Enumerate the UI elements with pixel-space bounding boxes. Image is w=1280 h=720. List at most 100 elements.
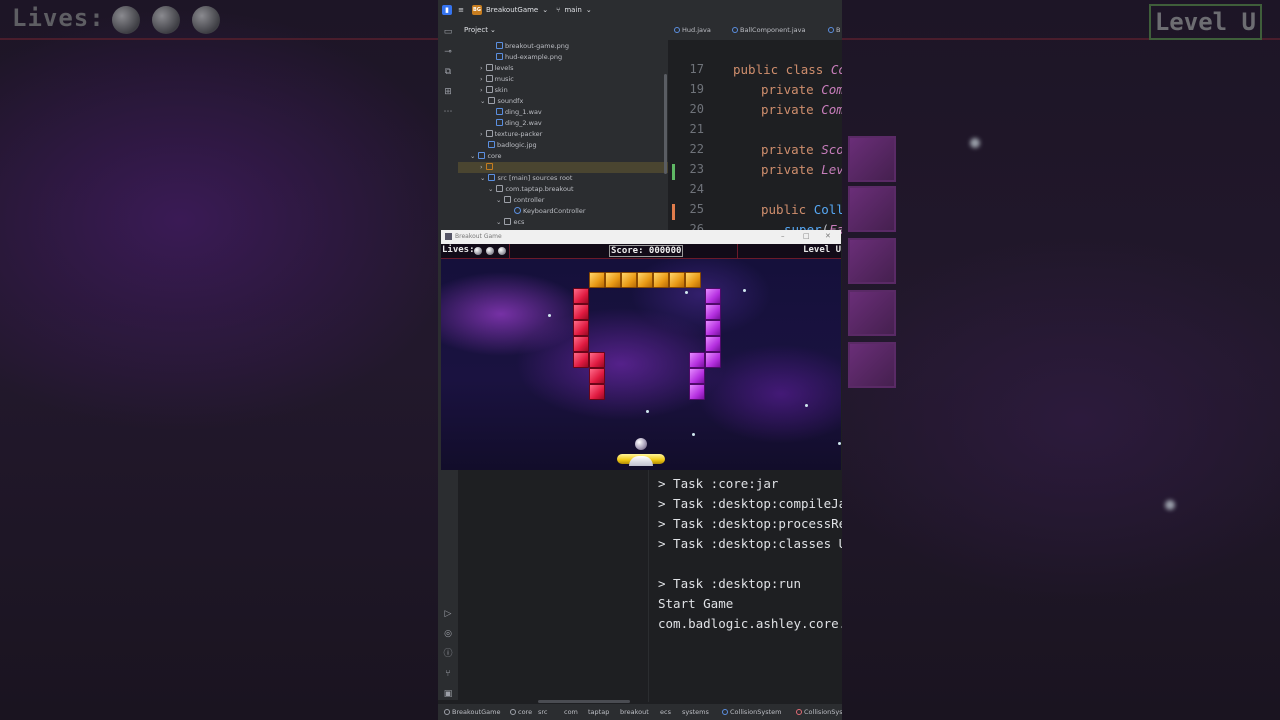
breadcrumb-item[interactable]: core <box>510 708 532 716</box>
tree-item[interactable]: ⌄ ecs <box>496 217 524 228</box>
breadcrumb-item[interactable]: CollisionSys <box>796 708 842 716</box>
tree-item[interactable]: badlogic.jpg <box>488 140 537 151</box>
folder-icon <box>510 709 516 715</box>
run-icon[interactable]: ▷ <box>442 608 454 620</box>
star <box>805 404 808 407</box>
background-life-ball <box>152 6 180 34</box>
tree-item[interactable]: ⌄ soundfx <box>480 96 523 107</box>
code-line[interactable]: public Colli <box>761 202 842 217</box>
code-line[interactable]: public class Coll <box>733 62 842 77</box>
ide-logo-icon[interactable]: ▮ <box>442 5 452 15</box>
tree-item[interactable]: › skin <box>480 85 508 96</box>
image-file-icon <box>496 53 503 60</box>
chevron-down-icon: ⌄ <box>585 6 592 14</box>
brick <box>573 304 589 320</box>
line-number: 19 <box>689 82 704 96</box>
line-number: 17 <box>689 62 704 76</box>
background-brick <box>848 238 896 284</box>
project-badge: BG <box>472 5 482 15</box>
background-star <box>970 138 980 148</box>
vcs-change-marker[interactable] <box>672 164 675 180</box>
tree-item[interactable]: breakout-game.png <box>496 41 569 52</box>
git-icon[interactable]: ⑂ <box>442 668 454 680</box>
breadcrumb-label: CollisionSystem <box>730 708 782 716</box>
breadcrumb-item[interactable]: taptap <box>588 708 609 716</box>
run-console[interactable]: > Task :core:jar > Task :desktop:compileJ… <box>458 470 842 702</box>
brick <box>573 336 589 352</box>
background-brick <box>848 290 896 336</box>
code-line[interactable]: private Comp <box>761 82 842 97</box>
tree-item[interactable]: KeyboardController <box>514 206 586 217</box>
game-window[interactable]: Breakout Game – □ ✕ Lives: Score: 000000… <box>441 230 841 470</box>
ball <box>635 438 647 450</box>
tree-item[interactable]: › levels <box>480 63 513 74</box>
console-line: > Task :desktop:compileJava <box>658 496 842 511</box>
breadcrumb-label: breakout <box>620 708 649 716</box>
package-icon <box>504 196 512 203</box>
code-line[interactable]: private Leve <box>761 162 842 177</box>
chevron-down-icon: ⌄ <box>542 6 549 14</box>
main-menu-icon[interactable]: ≡ <box>456 5 466 15</box>
project-panel: Project ⌄ breakout-game.png hud-example.… <box>458 20 668 230</box>
tree-item[interactable]: ⌄ src [main] sources root <box>480 173 572 184</box>
status-bar: BreakoutGame core src com taptap breakout ecs s… <box>438 704 842 720</box>
minimize-icon[interactable]: – <box>781 232 785 240</box>
commit-icon[interactable]: ⊸ <box>442 46 454 58</box>
code-line[interactable]: private Comp <box>761 102 842 117</box>
brick <box>689 368 705 384</box>
image-file-icon <box>488 141 495 148</box>
tab-next[interactable]: B <box>828 26 840 34</box>
code-token: public class <box>733 62 831 77</box>
tree-item[interactable]: › texture-packer <box>480 129 542 140</box>
tree-item[interactable]: ⌄ controller <box>496 195 544 206</box>
module-folder-icon <box>478 152 486 159</box>
breadcrumb-item[interactable]: breakout <box>620 708 649 716</box>
branch-icon: ⑂ <box>556 6 561 14</box>
background-life-ball <box>192 6 220 34</box>
console-line: > Task :desktop:classes UP- <box>658 536 842 551</box>
code-line[interactable]: private Scor <box>761 142 842 157</box>
services-icon[interactable]: ◎ <box>442 628 454 640</box>
level-label: Level U <box>803 245 841 255</box>
project-panel-title[interactable]: Project <box>464 26 488 34</box>
breadcrumb-item[interactable]: src <box>538 708 548 716</box>
tab-ballcomponent-java[interactable]: BallComponent.java <box>732 26 805 34</box>
hud-divider <box>509 244 510 258</box>
tree-item[interactable]: hud-example.png <box>496 52 562 63</box>
tree-item-selected[interactable]: › <box>458 162 668 173</box>
maximize-icon[interactable]: □ <box>803 232 810 240</box>
breadcrumb-item[interactable]: ecs <box>660 708 671 716</box>
structure-icon[interactable]: ⊞ <box>442 86 454 98</box>
project-name[interactable]: BreakoutGame <box>486 6 538 14</box>
code-editor[interactable]: Hud.java BallComponent.java B 17 public c… <box>668 20 842 237</box>
score-label: Score: 000000 <box>609 245 684 257</box>
terminal-icon[interactable]: ▣ <box>442 688 454 700</box>
hud-divider <box>737 244 738 258</box>
breadcrumb-item[interactable]: systems <box>682 708 709 716</box>
close-icon[interactable]: ✕ <box>825 232 831 240</box>
tree-item[interactable]: ⌄ com.taptap.breakout <box>488 184 574 195</box>
tree-item[interactable]: › music <box>480 74 514 85</box>
pull-requests-icon[interactable]: ⧉ <box>442 66 454 78</box>
console-line: > Task :core:jar <box>658 476 779 491</box>
folder-icon[interactable]: ▭ <box>442 26 454 38</box>
tree-item[interactable]: ⌄ core <box>470 151 502 162</box>
vcs-change-marker[interactable] <box>672 204 675 220</box>
folder-icon <box>485 64 493 71</box>
code-token: private <box>761 102 822 117</box>
more-icon[interactable]: ⋯ <box>442 106 454 118</box>
console-divider <box>648 470 649 702</box>
game-window-titlebar[interactable]: Breakout Game – □ ✕ <box>441 230 841 244</box>
project-scrollbar[interactable] <box>664 74 667 174</box>
tree-item[interactable]: ding_2.wav <box>496 118 542 129</box>
console-scrollbar[interactable] <box>538 700 630 703</box>
tab-hud-java[interactable]: Hud.java <box>674 26 711 34</box>
breadcrumb-item[interactable]: CollisionSystem <box>722 708 781 716</box>
tree-item[interactable]: ding_1.wav <box>496 107 542 118</box>
problems-icon[interactable]: ⓘ <box>442 648 454 660</box>
breadcrumb-item[interactable]: BreakoutGame <box>444 708 501 716</box>
line-number: 20 <box>689 102 704 116</box>
breadcrumb-item[interactable]: com <box>564 708 578 716</box>
branch-name[interactable]: main <box>564 6 582 14</box>
audio-file-icon <box>496 119 503 126</box>
